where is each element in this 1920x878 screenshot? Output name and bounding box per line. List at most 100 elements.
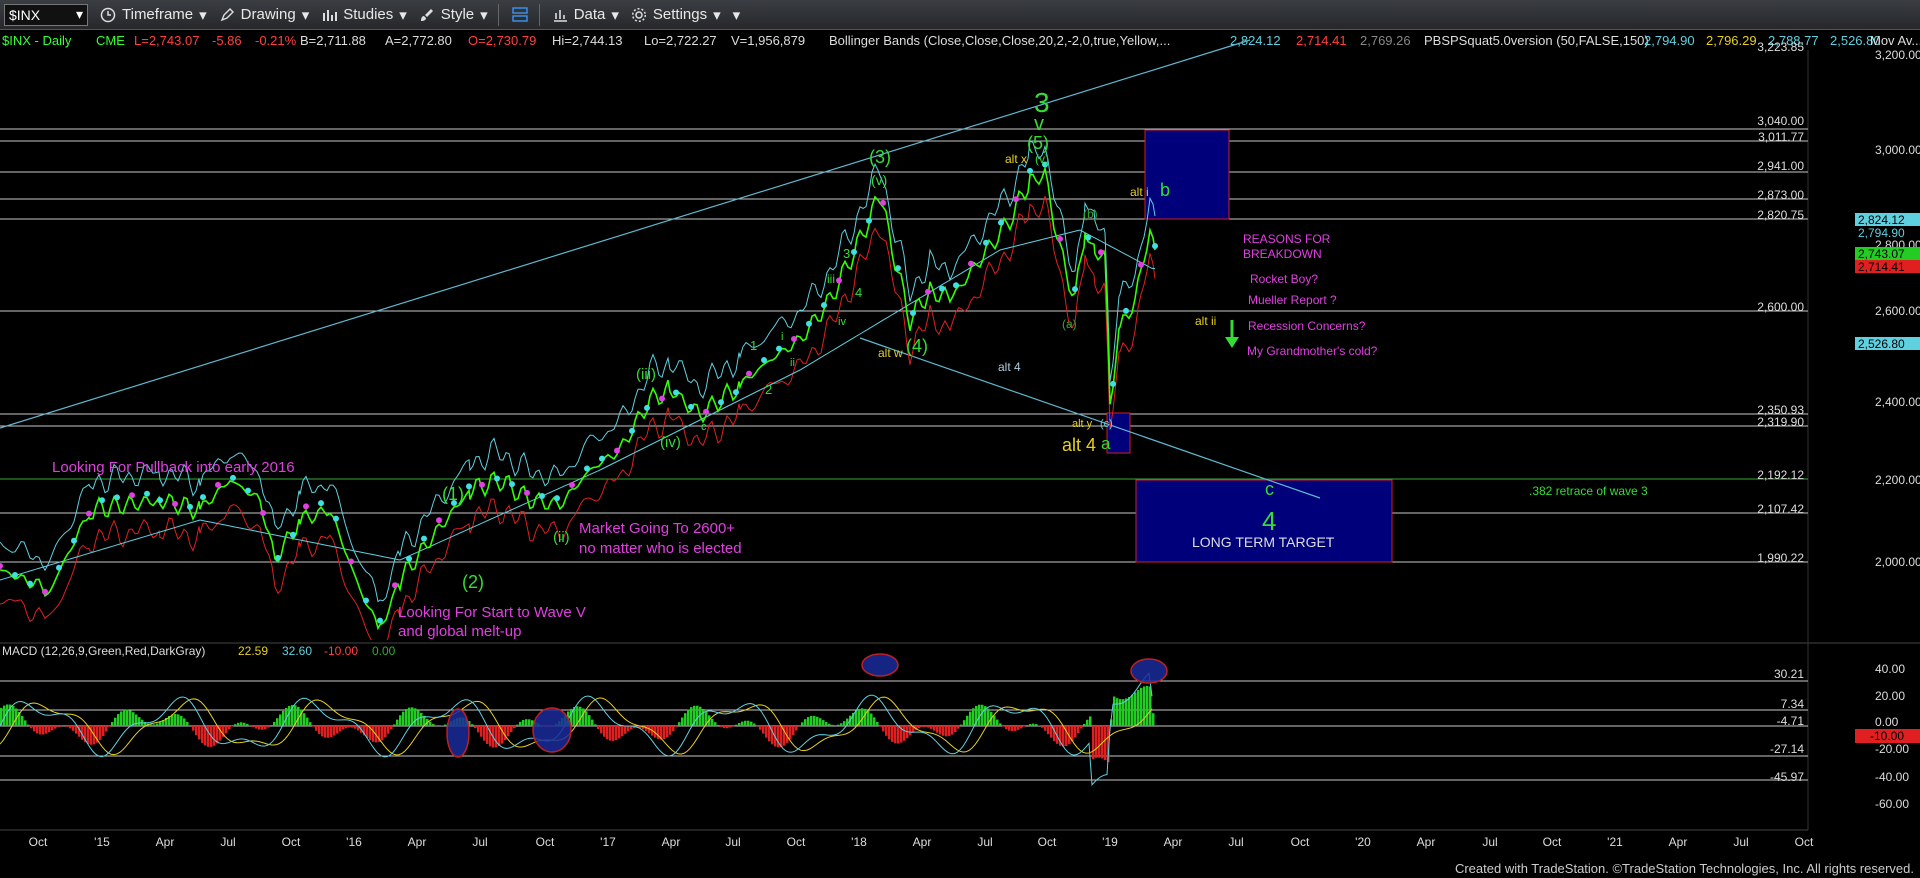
macd-bar (684, 713, 687, 726)
macd-bar (324, 726, 327, 738)
alt-w-label: alt w (878, 346, 903, 360)
signal-dot (172, 500, 178, 507)
macd-bar (1131, 694, 1134, 726)
macd-bar (966, 715, 969, 726)
macd-bar (753, 723, 756, 726)
bb-label: Bollinger Bands (Close,Close,Close,20,2,… (829, 33, 1170, 48)
macd-bar (498, 726, 501, 747)
symbol-line: $INX - Daily (2, 33, 72, 48)
macd-bar (687, 709, 690, 726)
macd-bar (1074, 726, 1077, 738)
signal-dot (998, 219, 1004, 226)
macd-bar (588, 715, 591, 726)
price-tick: 2,400.00 (1875, 395, 1920, 409)
macd-bar (249, 725, 252, 726)
trendlines (0, 39, 1321, 499)
signal-dot (0, 563, 3, 569)
pbs-value-2: 2,796.29 (1706, 33, 1757, 48)
macd-bar (45, 726, 48, 734)
time-tick: '16 (346, 835, 362, 849)
down-arrow-icon (1225, 320, 1239, 348)
time-axis[interactable]: Oct '15 Apr Jul Oct '16 Apr Jul Oct '17 Apr Jul Oct '… (29, 835, 1814, 849)
macd-bar (372, 726, 375, 742)
price-axis[interactable]: 3,200.003,000.002,800.002,600.002,400.00… (1757, 40, 1920, 569)
signal-dot (436, 517, 442, 524)
signal-dot (86, 510, 92, 517)
signal-dot (821, 302, 827, 309)
macd-bar (810, 715, 813, 726)
macd-bar (690, 707, 693, 726)
sub-1-label: 1 (750, 338, 757, 353)
macd-bar (252, 726, 255, 728)
reason-recession: Recession Concerns? (1248, 319, 1366, 333)
macd-bar (702, 708, 705, 726)
time-tick: Jul (220, 835, 235, 849)
level-label: 3,011.77 (1758, 130, 1804, 144)
macd-bar (138, 717, 141, 726)
signal-dot (659, 395, 665, 402)
macd-badge-text: -10.00 (1870, 729, 1904, 743)
macd-bar (150, 724, 153, 726)
signal-dot (629, 427, 635, 434)
macd-bar (48, 726, 51, 733)
badge-last-text: 2,743.07 (1858, 247, 1905, 261)
badge-bb-upper-text: 2,824.12 (1858, 213, 1905, 227)
macd-highlight-2019 (1130, 658, 1168, 684)
signal-dot (363, 597, 369, 604)
macd-level-label: -4.71 (1777, 714, 1805, 728)
macd-bar (768, 726, 771, 742)
signal-dot (290, 531, 296, 538)
wave-v-small-label: (v) (871, 172, 887, 188)
macd-bar (243, 722, 246, 726)
low-price: Lo=2,722.27 (644, 33, 717, 48)
bid-price: B=2,711.88 (300, 33, 366, 48)
macd-bar (195, 726, 198, 736)
macd-bar (312, 726, 315, 727)
macd-bar (1098, 726, 1101, 758)
macd-bar (477, 726, 480, 733)
signal-dot (157, 497, 163, 504)
macd-bar (396, 719, 399, 726)
macd-bar (402, 711, 405, 726)
signal-dot (806, 320, 812, 327)
time-tick: Jul (1482, 835, 1497, 849)
chart-area[interactable]: $INX - Daily CME L=2,743.07 -5.86 -0.21%… (0, 0, 1920, 878)
signal-dot (703, 408, 709, 415)
macd-bar (882, 726, 885, 732)
macd-bar (198, 726, 201, 740)
macd-bar (279, 714, 282, 726)
macd-bar (1050, 726, 1053, 738)
macd-bar (813, 715, 816, 726)
macd-bar (876, 721, 879, 726)
macd-bar (174, 714, 177, 726)
macd-bar (897, 726, 900, 744)
macd-bar (1113, 696, 1116, 726)
macd-bar (435, 725, 438, 726)
macd-bar (828, 723, 831, 726)
macd-bar (1152, 713, 1155, 726)
macd-bar (804, 719, 807, 726)
wave-4-label: (4) (906, 336, 928, 356)
macd-bar (1023, 726, 1026, 727)
wave-ii-label: (ii) (553, 529, 570, 546)
credit-text: Created with TradeStation. ©TradeStation… (1454, 861, 1914, 876)
macd-highlight-2016b (532, 707, 572, 753)
pbs-value-1: 2,794.90 (1644, 33, 1695, 48)
time-tick: Apr (1164, 835, 1183, 849)
macd-bar (603, 726, 606, 737)
change-pct: -0.21% (255, 33, 297, 48)
signal-dot (1098, 249, 1104, 256)
macd-bar (594, 724, 597, 726)
alt-i-label: alt i (1130, 185, 1149, 199)
macd-level-label: 7.34 (1781, 697, 1805, 711)
macd-bar (69, 726, 72, 729)
macd-bar (276, 718, 279, 726)
macd-bar (177, 714, 180, 726)
time-tick: '19 (1102, 835, 1118, 849)
macd-tick: -20.00 (1875, 742, 1909, 756)
macd-bar (135, 714, 138, 726)
signal-dot (584, 465, 590, 472)
signal-dot (129, 492, 135, 499)
volume: V=1,956,879 (731, 33, 805, 48)
signal-dot (406, 555, 412, 562)
